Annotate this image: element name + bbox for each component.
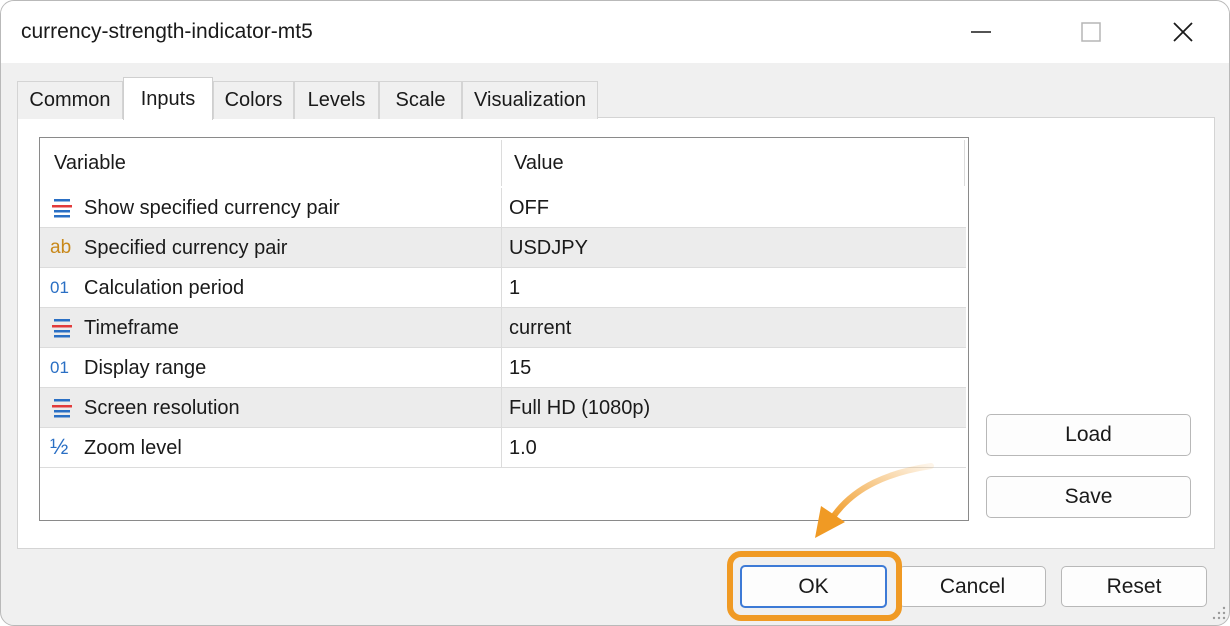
- enum-icon: [52, 319, 72, 338]
- tab-common[interactable]: Common: [17, 81, 123, 119]
- variable-value[interactable]: 15: [509, 357, 531, 380]
- pointer-arrow-icon: [815, 463, 934, 538]
- integer-icon: 01: [50, 358, 69, 377]
- save-button[interactable]: Save: [986, 476, 1191, 518]
- variable-name: Timeframe: [84, 317, 179, 339]
- minimize-icon: [971, 31, 991, 33]
- cancel-button[interactable]: Cancel: [899, 566, 1046, 607]
- table-row[interactable]: Screen resolution Full HD (1080p): [40, 388, 966, 428]
- variable-name: Display range: [84, 357, 207, 379]
- table-row[interactable]: Show specified currency pair OFF: [40, 188, 966, 228]
- column-separator: [501, 308, 502, 348]
- enum-icon: [52, 199, 72, 218]
- enum-icon: [52, 399, 72, 418]
- variable-name: Specified currency pair: [84, 237, 288, 259]
- variable-name: Zoom level: [84, 437, 182, 459]
- table-row[interactable]: ab Specified currency pair USDJPY: [40, 228, 966, 268]
- tab-colors[interactable]: Colors: [213, 81, 294, 119]
- window-title: currency-strength-indicator-mt5: [21, 20, 313, 43]
- string-icon: ab: [50, 237, 72, 258]
- integer-icon: 01: [50, 278, 69, 297]
- table-row[interactable]: 01 Display range 15: [40, 348, 966, 388]
- tab-inputs[interactable]: Inputs: [123, 77, 213, 120]
- column-separator: [501, 428, 502, 468]
- variable-value[interactable]: 1: [509, 277, 520, 300]
- minimize-button[interactable]: [941, 1, 1021, 63]
- variable-value[interactable]: USDJPY: [509, 237, 588, 260]
- ok-highlight-frame: [727, 551, 902, 621]
- indicator-properties-dialog: currency-strength-indicator-mt5 Common I…: [0, 0, 1230, 626]
- tab-scale[interactable]: Scale: [379, 81, 462, 119]
- maximize-button[interactable]: [1051, 1, 1131, 63]
- column-separator: [501, 188, 502, 228]
- reset-button[interactable]: Reset: [1061, 566, 1207, 607]
- column-separator[interactable]: [501, 140, 502, 186]
- header-variable[interactable]: Variable: [54, 152, 126, 175]
- tab-levels[interactable]: Levels: [294, 81, 379, 119]
- variable-value[interactable]: Full HD (1080p): [509, 397, 650, 420]
- maximize-icon: [1081, 22, 1101, 42]
- column-separator: [964, 140, 965, 186]
- tab-visualization[interactable]: Visualization: [462, 81, 598, 119]
- variable-name: Show specified currency pair: [84, 197, 340, 219]
- load-button[interactable]: Load: [986, 414, 1191, 456]
- variable-value[interactable]: current: [509, 317, 571, 340]
- grid-header: Variable Value: [40, 138, 966, 188]
- table-row[interactable]: Timeframe current: [40, 308, 966, 348]
- resize-grip-icon[interactable]: [1211, 605, 1227, 621]
- fraction-icon: ½: [50, 434, 69, 459]
- variable-name: Calculation period: [84, 277, 245, 299]
- variable-name: Screen resolution: [84, 397, 240, 419]
- column-separator: [501, 388, 502, 428]
- column-separator: [501, 268, 502, 308]
- title-bar: currency-strength-indicator-mt5: [1, 1, 1229, 63]
- close-button[interactable]: [1143, 1, 1223, 63]
- column-separator: [501, 228, 502, 268]
- variable-value[interactable]: 1.0: [509, 437, 537, 460]
- header-value[interactable]: Value: [514, 152, 564, 175]
- variable-value[interactable]: OFF: [509, 197, 549, 220]
- table-row[interactable]: 01 Calculation period 1: [40, 268, 966, 308]
- column-separator: [501, 348, 502, 388]
- close-icon: [1173, 22, 1193, 42]
